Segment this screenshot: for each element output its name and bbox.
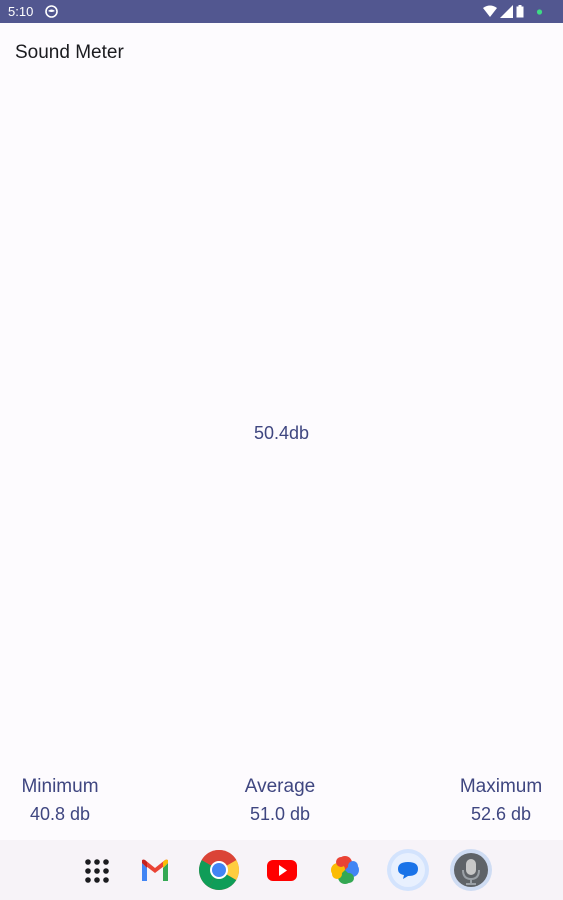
- photos-icon[interactable]: [323, 848, 367, 892]
- maximum-stat: Maximum 52.6 db: [451, 776, 551, 825]
- sound-meter-app-icon[interactable]: [449, 848, 493, 892]
- youtube-icon[interactable]: [260, 848, 304, 892]
- app-dock: [0, 840, 563, 900]
- chrome-icon[interactable]: [197, 848, 241, 892]
- app-drawer-icon[interactable]: [75, 848, 119, 892]
- gmail-icon[interactable]: [133, 848, 177, 892]
- minimum-label: Minimum: [21, 776, 99, 797]
- maximum-value: 52.6 db: [470, 804, 532, 824]
- minimum-stat: Minimum 40.8 db: [10, 776, 110, 825]
- minimum-value: 40.8 db: [29, 804, 91, 824]
- messages-icon[interactable]: [386, 848, 430, 892]
- average-value: 51.0 db: [249, 804, 311, 824]
- maximum-label: Maximum: [459, 776, 543, 797]
- app-title: Sound Meter: [15, 42, 124, 63]
- status-bar: 5:10: [0, 0, 563, 23]
- mask-icon: [45, 5, 58, 18]
- average-label: Average: [244, 776, 316, 797]
- status-time: 5:10: [8, 4, 34, 19]
- current-decibel-reading: 50.4db: [253, 423, 310, 443]
- average-stat: Average 51.0 db: [230, 776, 330, 825]
